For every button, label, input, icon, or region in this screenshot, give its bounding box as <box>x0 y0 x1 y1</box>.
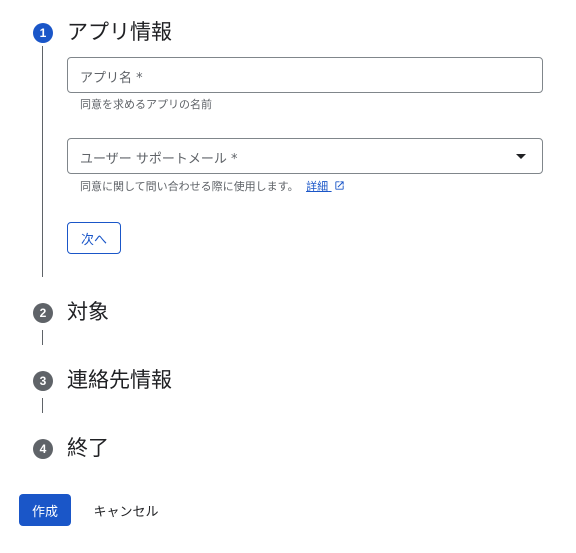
app-name-helper: 同意を求めるアプリの名前 <box>80 98 212 111</box>
step-3-connector <box>42 398 43 413</box>
support-email-label: ユーザー サポートメール * <box>80 152 238 167</box>
step-2-indicator: 2 <box>33 303 53 323</box>
step-1-number: 1 <box>39 26 47 40</box>
step-2-number: 2 <box>39 306 47 320</box>
oauth-consent-stepper: 1 アプリ情報 アプリ名 * 同意を求めるアプリの名前 ユーザー サポートメール… <box>0 0 576 553</box>
arrow-drop-down-icon <box>516 154 526 159</box>
support-email-helper: 同意に関して問い合わせる際に使用します。 詳細 <box>80 178 345 194</box>
step-1-indicator: 1 <box>33 23 53 43</box>
step-4-number: 4 <box>39 442 47 456</box>
step-4-indicator: 4 <box>33 439 53 459</box>
support-email-select[interactable]: ユーザー サポートメール * <box>67 138 543 174</box>
next-button[interactable]: 次へ <box>67 222 121 254</box>
step-2-title[interactable]: 対象 <box>67 296 109 326</box>
step-3-indicator: 3 <box>33 371 53 391</box>
step-3-title[interactable]: 連絡先情報 <box>67 364 172 394</box>
app-name-field[interactable]: アプリ名 * <box>67 57 543 93</box>
step-1-title[interactable]: アプリ情報 <box>67 16 172 46</box>
step-2-connector <box>42 330 43 345</box>
create-button[interactable]: 作成 <box>19 494 71 526</box>
app-name-label: アプリ名 * <box>80 71 143 86</box>
learn-more-link-label: 詳細 <box>306 180 329 193</box>
step-4-title[interactable]: 終了 <box>67 432 109 462</box>
support-email-helper-text: 同意に関して問い合わせる際に使用します。 <box>80 180 299 193</box>
step-1-connector <box>42 46 43 277</box>
cancel-button[interactable]: キャンセル <box>82 494 170 526</box>
step-3-number: 3 <box>39 374 47 388</box>
open-in-new-icon <box>334 181 344 190</box>
learn-more-link[interactable]: 詳細 <box>306 180 345 193</box>
